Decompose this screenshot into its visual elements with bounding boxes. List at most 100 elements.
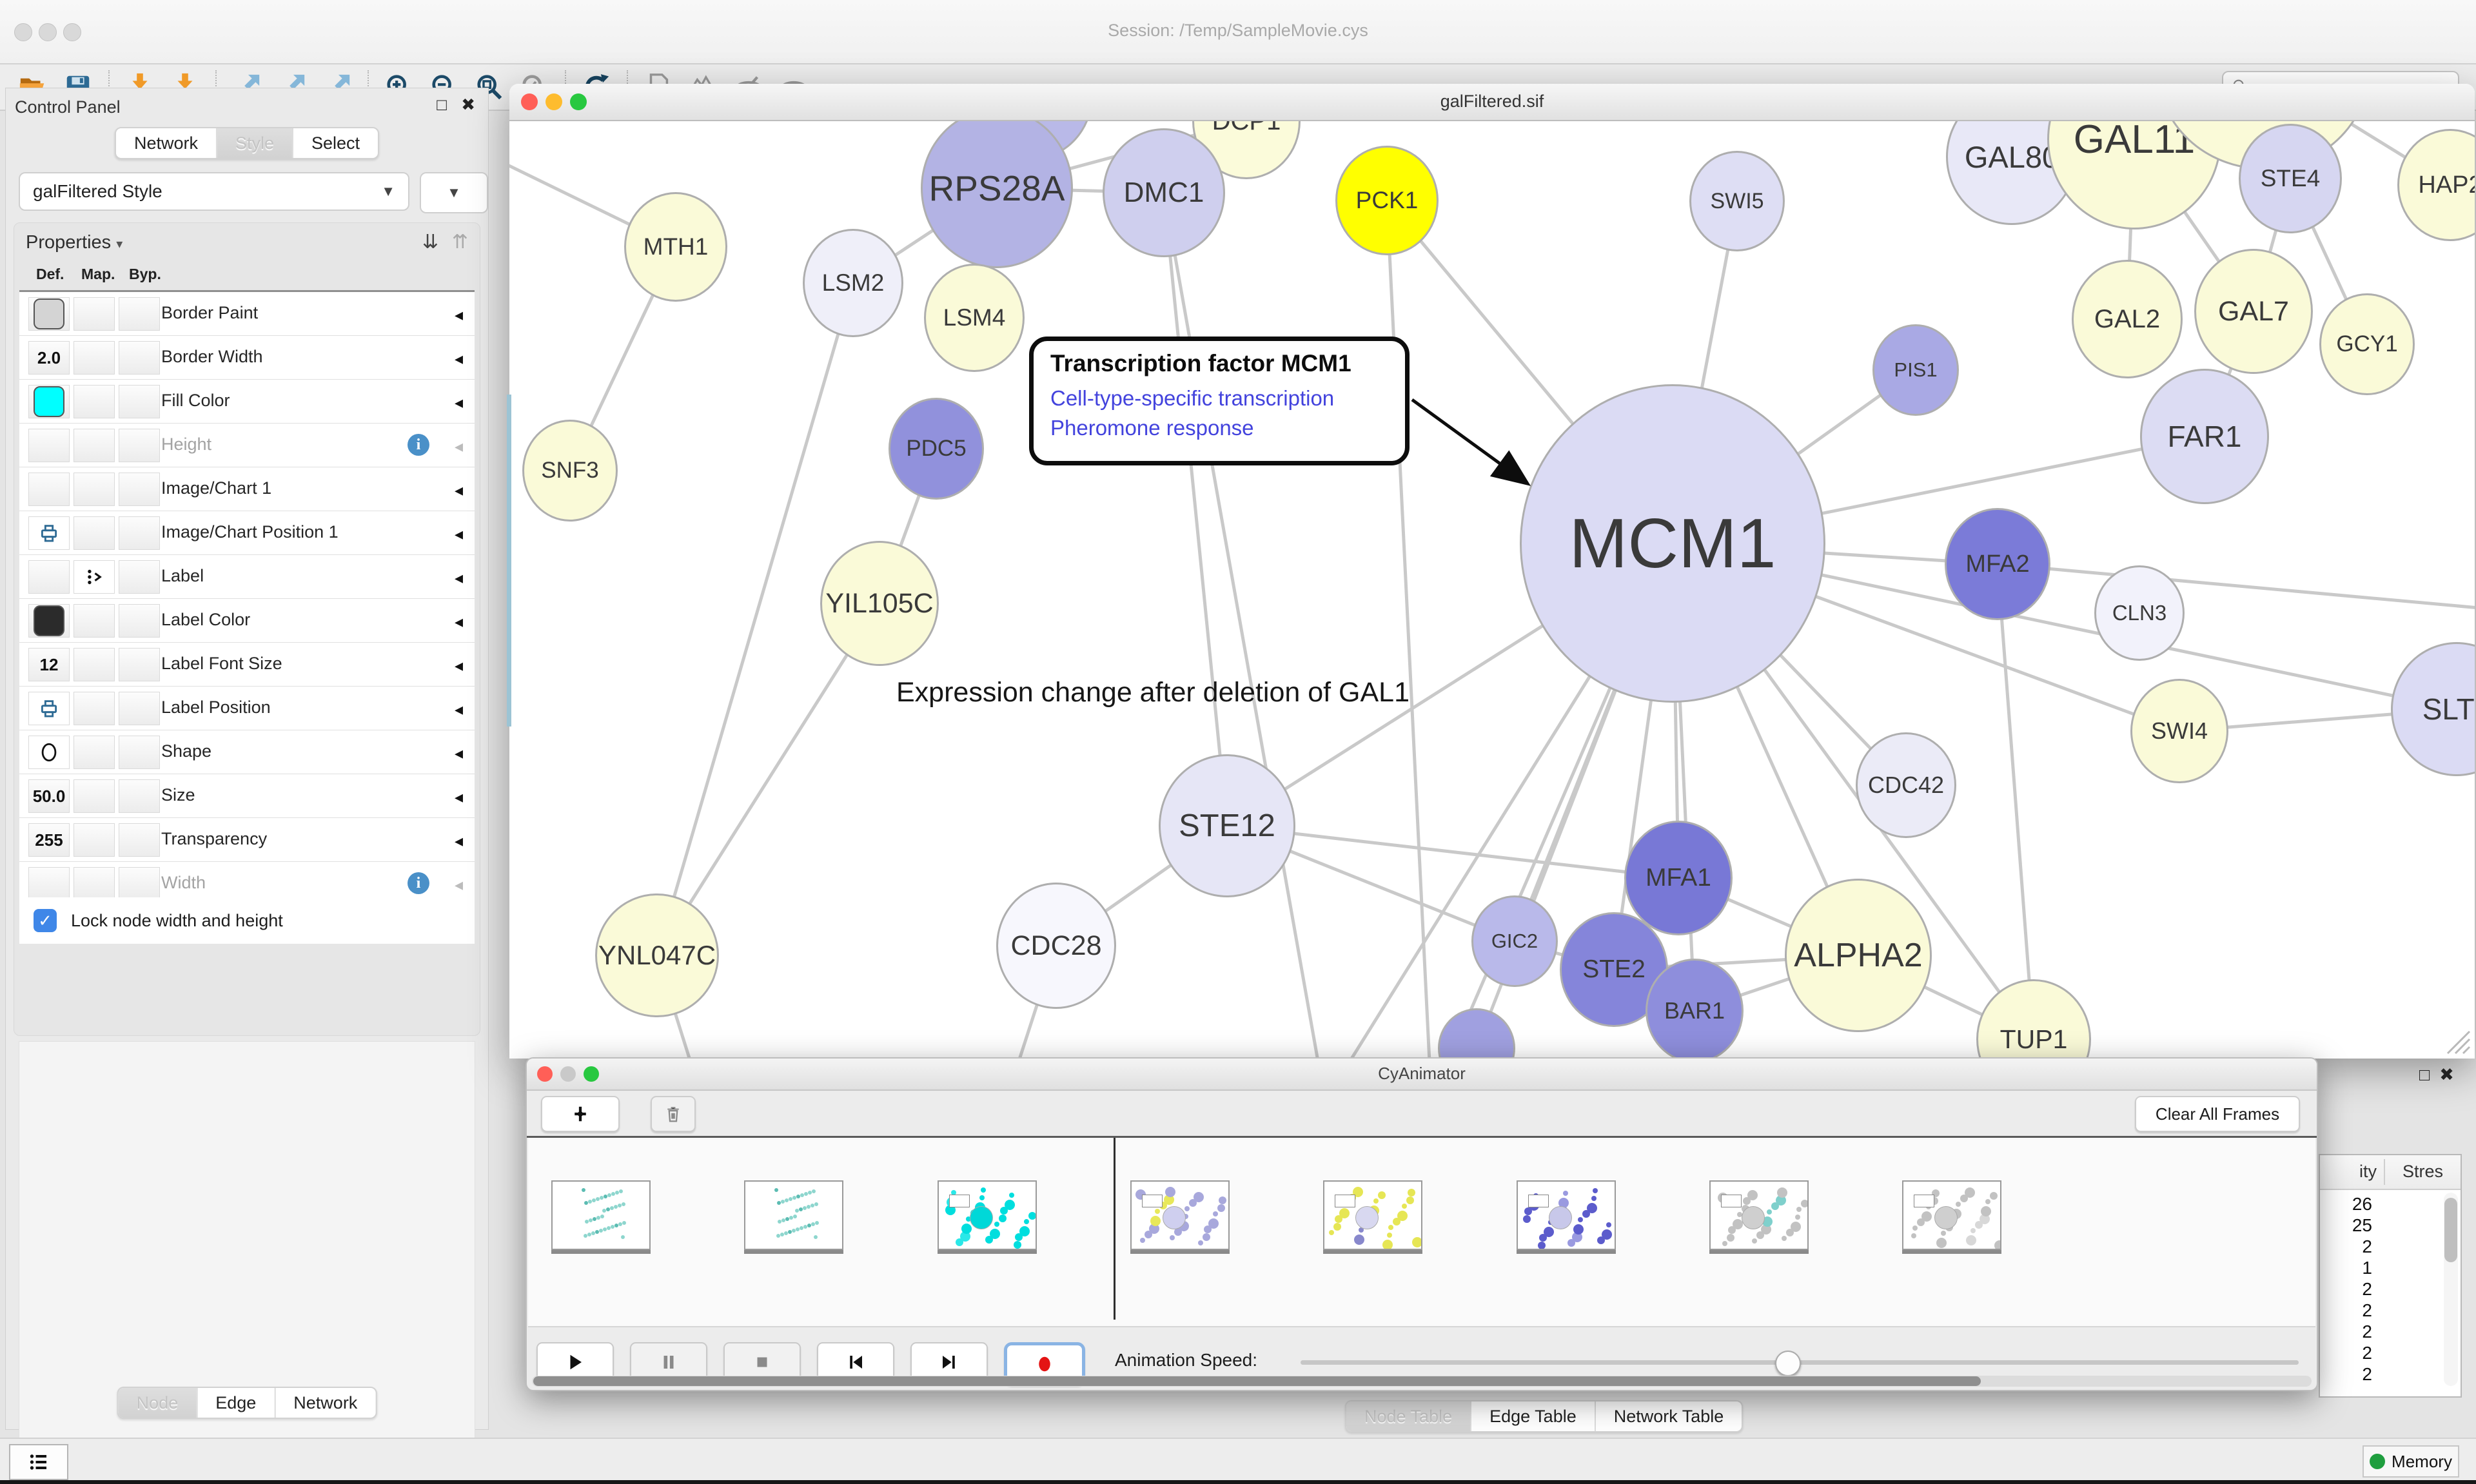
bypass-cell[interactable] (119, 736, 160, 769)
collapse-all-icon[interactable]: ⇊ (422, 231, 438, 253)
table-vertical-scrollbar[interactable] (2444, 1193, 2458, 1386)
mapping-cell[interactable] (74, 604, 115, 638)
delete-frame-button[interactable] (651, 1096, 696, 1132)
node-GAL7[interactable]: GAL7 (2194, 249, 2313, 374)
property-row-border-paint[interactable]: Border Paint◂ (19, 292, 475, 336)
annotation-link[interactable]: Pheromone response (1050, 413, 1388, 443)
table-cell[interactable]: 25 (2320, 1215, 2372, 1236)
expand-row-icon[interactable]: ◂ (455, 743, 463, 763)
table-column-ity[interactable]: ity (2320, 1162, 2377, 1182)
node-SWI4[interactable]: SWI4 (2130, 679, 2228, 783)
network-canvas[interactable]: DCP1RPS28ADMC1PCK1SWI5GAL80GAL11STE4HAP2… (509, 121, 2475, 1059)
node-LSM2[interactable]: LSM2 (803, 229, 903, 337)
node-MTH1[interactable]: MTH1 (624, 192, 727, 302)
property-row-label[interactable]: Label◂ (19, 555, 475, 599)
node-TUP1[interactable]: TUP1 (1976, 979, 2091, 1059)
tab-node[interactable]: Node (119, 1388, 197, 1418)
node-purpleb[interactable] (1438, 1008, 1515, 1059)
float-panel-icon[interactable]: □ (437, 95, 447, 115)
mapping-cell[interactable] (74, 429, 115, 462)
default-value-cell[interactable]: 50.0 (28, 779, 70, 813)
mapping-cell[interactable] (74, 297, 115, 331)
tab-select[interactable]: Select (292, 128, 378, 158)
expand-all-icon[interactable]: ⇈ (452, 231, 468, 253)
annotation-box[interactable]: Transcription factor MCM1 Cell-type-spec… (1029, 337, 1410, 465)
default-value-cell[interactable] (28, 604, 70, 638)
node-CLN3[interactable]: CLN3 (2094, 565, 2185, 661)
property-row-image-chart-position-1[interactable]: Image/Chart Position 1◂ (19, 511, 475, 555)
node-MCM1[interactable]: MCM1 (1520, 384, 1825, 703)
tab-network[interactable]: Network (116, 128, 216, 158)
bypass-cell[interactable] (119, 692, 160, 725)
lock-size-checkbox[interactable]: ✓ (34, 909, 57, 932)
bypass-cell[interactable] (119, 297, 160, 331)
node-SWI5[interactable]: SWI5 (1689, 151, 1785, 251)
bypass-cell[interactable] (119, 779, 160, 813)
node-CDC42[interactable]: CDC42 (1856, 732, 1956, 838)
style-selector[interactable]: galFiltered Style ▼ (19, 172, 409, 211)
node-PIS1[interactable]: PIS1 (1872, 324, 1959, 416)
mapping-cell[interactable] (74, 385, 115, 418)
bypass-cell[interactable] (119, 560, 160, 594)
frame-thumbnail-6[interactable] (1709, 1180, 1809, 1250)
info-icon[interactable]: i (408, 872, 429, 894)
expand-row-icon[interactable]: ◂ (455, 787, 463, 807)
tab-edge-table[interactable]: Edge Table (1470, 1401, 1595, 1431)
expand-row-icon[interactable]: ◂ (455, 612, 463, 632)
frame-thumbnail-5[interactable] (1517, 1180, 1616, 1250)
expand-row-icon[interactable]: ◂ (455, 875, 463, 895)
node-ALPHA2[interactable]: ALPHA2 (1785, 879, 1932, 1032)
show-panels-button[interactable] (9, 1444, 68, 1480)
bypass-cell[interactable] (119, 823, 160, 857)
default-value-cell[interactable]: 255 (28, 823, 70, 857)
property-row-label-color[interactable]: Label Color◂ (19, 599, 475, 643)
expand-row-icon[interactable]: ◂ (455, 480, 463, 500)
mapping-cell[interactable] (74, 341, 115, 375)
default-value-cell[interactable] (28, 473, 70, 506)
node-GCY1[interactable]: GCY1 (2319, 293, 2415, 395)
node-STE4[interactable]: STE4 (2239, 124, 2342, 233)
bypass-cell[interactable] (119, 604, 160, 638)
bypass-cell[interactable] (119, 516, 160, 550)
float-table-panel-icon[interactable]: □ ✖ (2419, 1065, 2454, 1085)
property-row-shape[interactable]: Shape◂ (19, 730, 475, 774)
default-value-cell[interactable] (28, 736, 70, 769)
add-frame-button[interactable] (541, 1096, 620, 1132)
cyanimator-titlebar[interactable]: CyAnimator (527, 1059, 2317, 1091)
node-LSM4[interactable]: LSM4 (924, 264, 1025, 372)
mapping-cell[interactable] (74, 736, 115, 769)
frame-thumbnail-0[interactable] (551, 1180, 651, 1250)
node-BAR1[interactable]: BAR1 (1646, 959, 1744, 1059)
mapping-cell[interactable] (74, 823, 115, 857)
frame-thumbnail-2[interactable] (938, 1180, 1037, 1250)
expand-row-icon[interactable]: ◂ (455, 831, 463, 851)
default-value-cell[interactable] (28, 516, 70, 550)
property-row-label-position[interactable]: Label Position◂ (19, 687, 475, 730)
clear-all-frames-button[interactable]: Clear All Frames (2135, 1096, 2300, 1132)
expand-row-icon[interactable]: ◂ (455, 656, 463, 676)
close-panel-icon[interactable]: ✖ (461, 95, 475, 115)
property-row-height[interactable]: Heighti◂ (19, 424, 475, 467)
bypass-cell[interactable] (119, 867, 160, 901)
tab-edge[interactable]: Edge (196, 1388, 274, 1418)
table-cell[interactable]: 2 (2320, 1300, 2372, 1321)
expand-row-icon[interactable]: ◂ (455, 393, 463, 413)
node-PDC5[interactable]: PDC5 (889, 398, 984, 500)
memory-button[interactable]: Memory (2363, 1445, 2459, 1478)
default-value-cell[interactable] (28, 867, 70, 901)
node-GAL2[interactable]: GAL2 (2072, 260, 2183, 378)
slider-thumb[interactable] (1775, 1351, 1801, 1376)
style-options-button[interactable]: ▼ (420, 172, 488, 213)
tab-network-table[interactable]: Network Table (1595, 1401, 1742, 1431)
node-RPS28A[interactable]: RPS28A (921, 121, 1073, 268)
bypass-cell[interactable] (119, 385, 160, 418)
table-cell[interactable]: 26 (2320, 1194, 2372, 1215)
property-row-border-width[interactable]: 2.0Border Width◂ (19, 336, 475, 380)
table-cell[interactable]: 2 (2320, 1343, 2372, 1363)
default-value-cell[interactable] (28, 560, 70, 594)
animation-speed-slider[interactable] (1301, 1360, 2299, 1365)
default-value-cell[interactable] (28, 429, 70, 462)
frame-thumbnail-4[interactable] (1323, 1180, 1422, 1250)
node-FAR1[interactable]: FAR1 (2140, 369, 2269, 504)
frames-timeline-area[interactable]: 0123456789 Seconds (528, 1138, 2315, 1327)
